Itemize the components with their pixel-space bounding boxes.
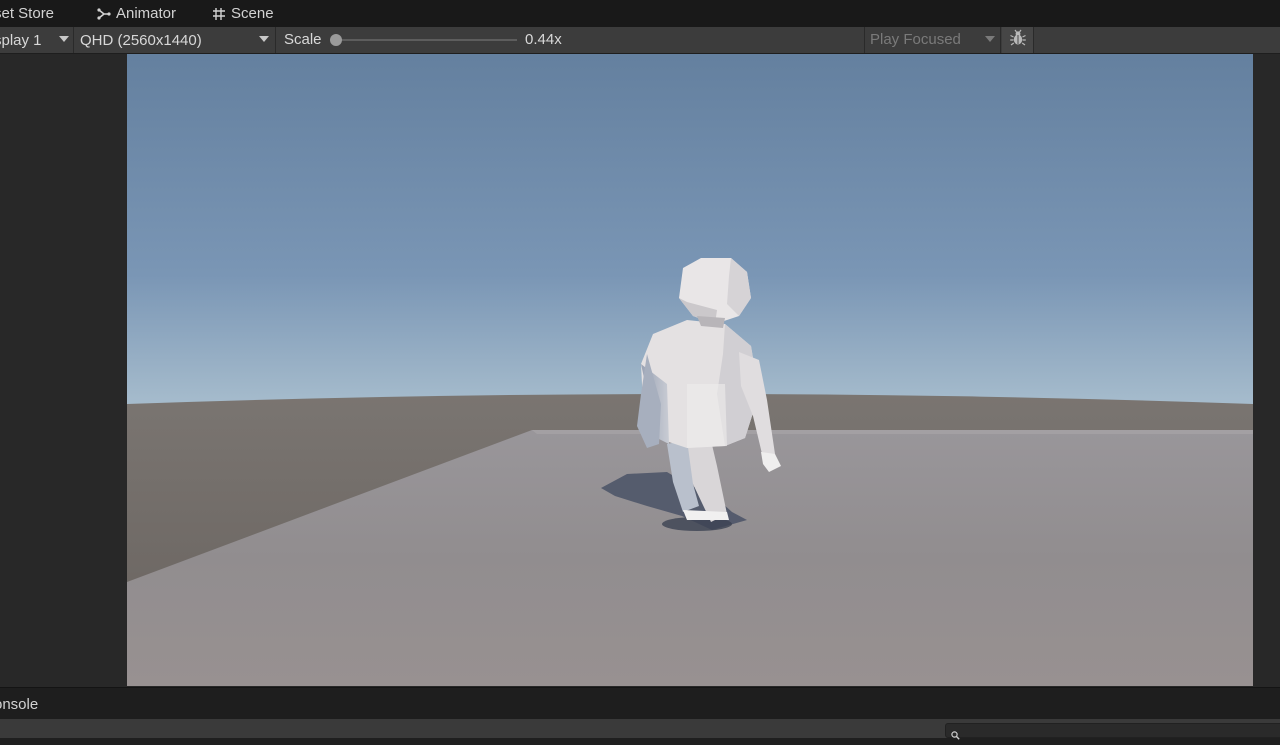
grid-icon xyxy=(212,7,226,21)
display-dropdown[interactable]: splay 1 xyxy=(0,27,74,53)
scale-slider-handle[interactable] xyxy=(330,34,342,46)
tab-animator[interactable]: Animator xyxy=(97,0,176,27)
scale-slider-track[interactable] xyxy=(336,39,517,41)
debug-toggle-button[interactable] xyxy=(1002,27,1034,53)
bug-icon xyxy=(1009,29,1027,52)
chevron-down-icon xyxy=(59,36,69,42)
chevron-down-icon xyxy=(259,36,269,42)
tab-asset-store[interactable]: set Store xyxy=(0,0,54,27)
game-viewport[interactable] xyxy=(127,54,1253,686)
tab-console[interactable]: onsole xyxy=(0,688,38,720)
console-tab-bar: onsole xyxy=(0,687,1280,720)
animator-icon xyxy=(97,7,111,21)
search-icon xyxy=(951,727,960,745)
window-tab-bar: set Store Animator Scene xyxy=(0,0,1280,27)
play-mode-dropdown[interactable]: Play Focused xyxy=(864,27,1001,53)
resolution-dropdown[interactable]: QHD (2560x1440) xyxy=(76,27,276,53)
chevron-down-icon xyxy=(985,36,995,42)
scale-label: Scale xyxy=(284,31,322,48)
console-search-input[interactable] xyxy=(945,723,1280,740)
tab-scene[interactable]: Scene xyxy=(212,0,274,27)
game-view-toolbar: splay 1 QHD (2560x1440) Scale 0.44x Play… xyxy=(0,27,1280,54)
scale-value: 0.44x xyxy=(525,31,562,48)
